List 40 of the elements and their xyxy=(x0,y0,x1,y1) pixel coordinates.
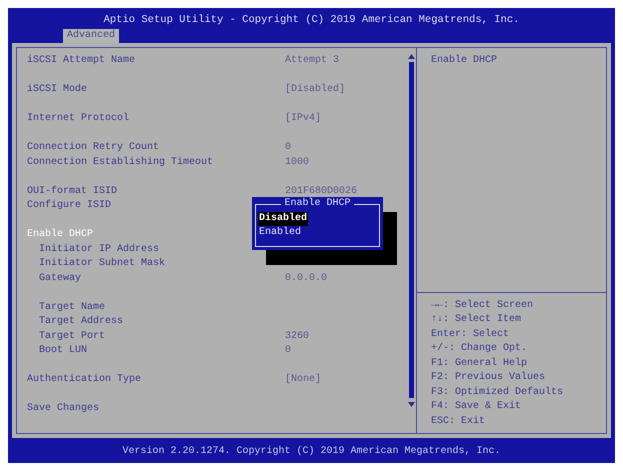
setting-label[interactable]: Target Address xyxy=(27,315,285,330)
setting-value: [None] xyxy=(285,373,322,387)
setting-value: 1000 xyxy=(285,156,310,170)
setting-label[interactable]: iSCSI Attempt Name xyxy=(27,54,285,68)
key-hint: F2: Previous Values xyxy=(431,371,546,385)
key-hint: ↑↓: Select Item xyxy=(431,313,522,327)
scrollbar[interactable] xyxy=(407,54,416,408)
setting-value: 0.0.0.0 xyxy=(285,272,328,286)
popup-option[interactable]: Disabled xyxy=(258,212,308,226)
setting-label[interactable]: Save Changes xyxy=(27,402,285,416)
setting-label[interactable]: Target Name xyxy=(27,300,285,315)
setting-value: Attempt 3 xyxy=(285,54,340,68)
setting-label[interactable]: Boot LUN xyxy=(27,344,285,358)
key-hint: ESC: Exit xyxy=(431,414,486,428)
setting-label[interactable]: iSCSI Mode xyxy=(27,83,285,98)
setting-value: [Disabled] xyxy=(285,83,346,97)
setting-label[interactable]: Target Port xyxy=(27,330,285,344)
setting-value: 201F680D0026 xyxy=(285,184,358,198)
key-hint: F1: General Help xyxy=(431,356,528,370)
setting-value: 0 xyxy=(285,141,292,155)
key-hint: +/-: Change Opt. xyxy=(431,342,528,356)
window-title: Aptio Setup Utility - Copyright (C) 2019 American Megatrends, Inc. xyxy=(102,13,520,27)
setting-label[interactable]: Gateway xyxy=(27,272,285,286)
setting-value: [IPv4] xyxy=(285,112,322,126)
setting-label[interactable]: Connection Retry Count xyxy=(27,141,285,156)
setting-value: 0 xyxy=(285,344,292,358)
setting-label[interactable]: Authentication Type xyxy=(27,373,285,388)
setting-label[interactable]: OUI-format ISID xyxy=(27,184,285,199)
tab[interactable]: Advanced xyxy=(63,29,120,43)
setting-label[interactable]: Connection Establishing Timeout xyxy=(27,156,285,170)
help-text: Enable DHCP xyxy=(431,55,498,66)
setting-label[interactable]: Internet Protocol xyxy=(27,112,285,126)
setting-value: 3260 xyxy=(285,330,310,344)
status-text: Version 2.20.1274. Copyright (C) 2019 American Megatrends, Inc. xyxy=(122,446,501,457)
setting-label[interactable]: Initiator Subnet Mask xyxy=(27,257,285,272)
key-hint: →←: Select Screen xyxy=(431,298,534,312)
key-hint: Enter: Select xyxy=(431,328,510,342)
popup-option[interactable]: Enabled xyxy=(258,226,302,240)
key-hint: F3: Optimized Defaults xyxy=(431,386,564,400)
key-hint: F4: Save & Exit xyxy=(431,400,522,414)
